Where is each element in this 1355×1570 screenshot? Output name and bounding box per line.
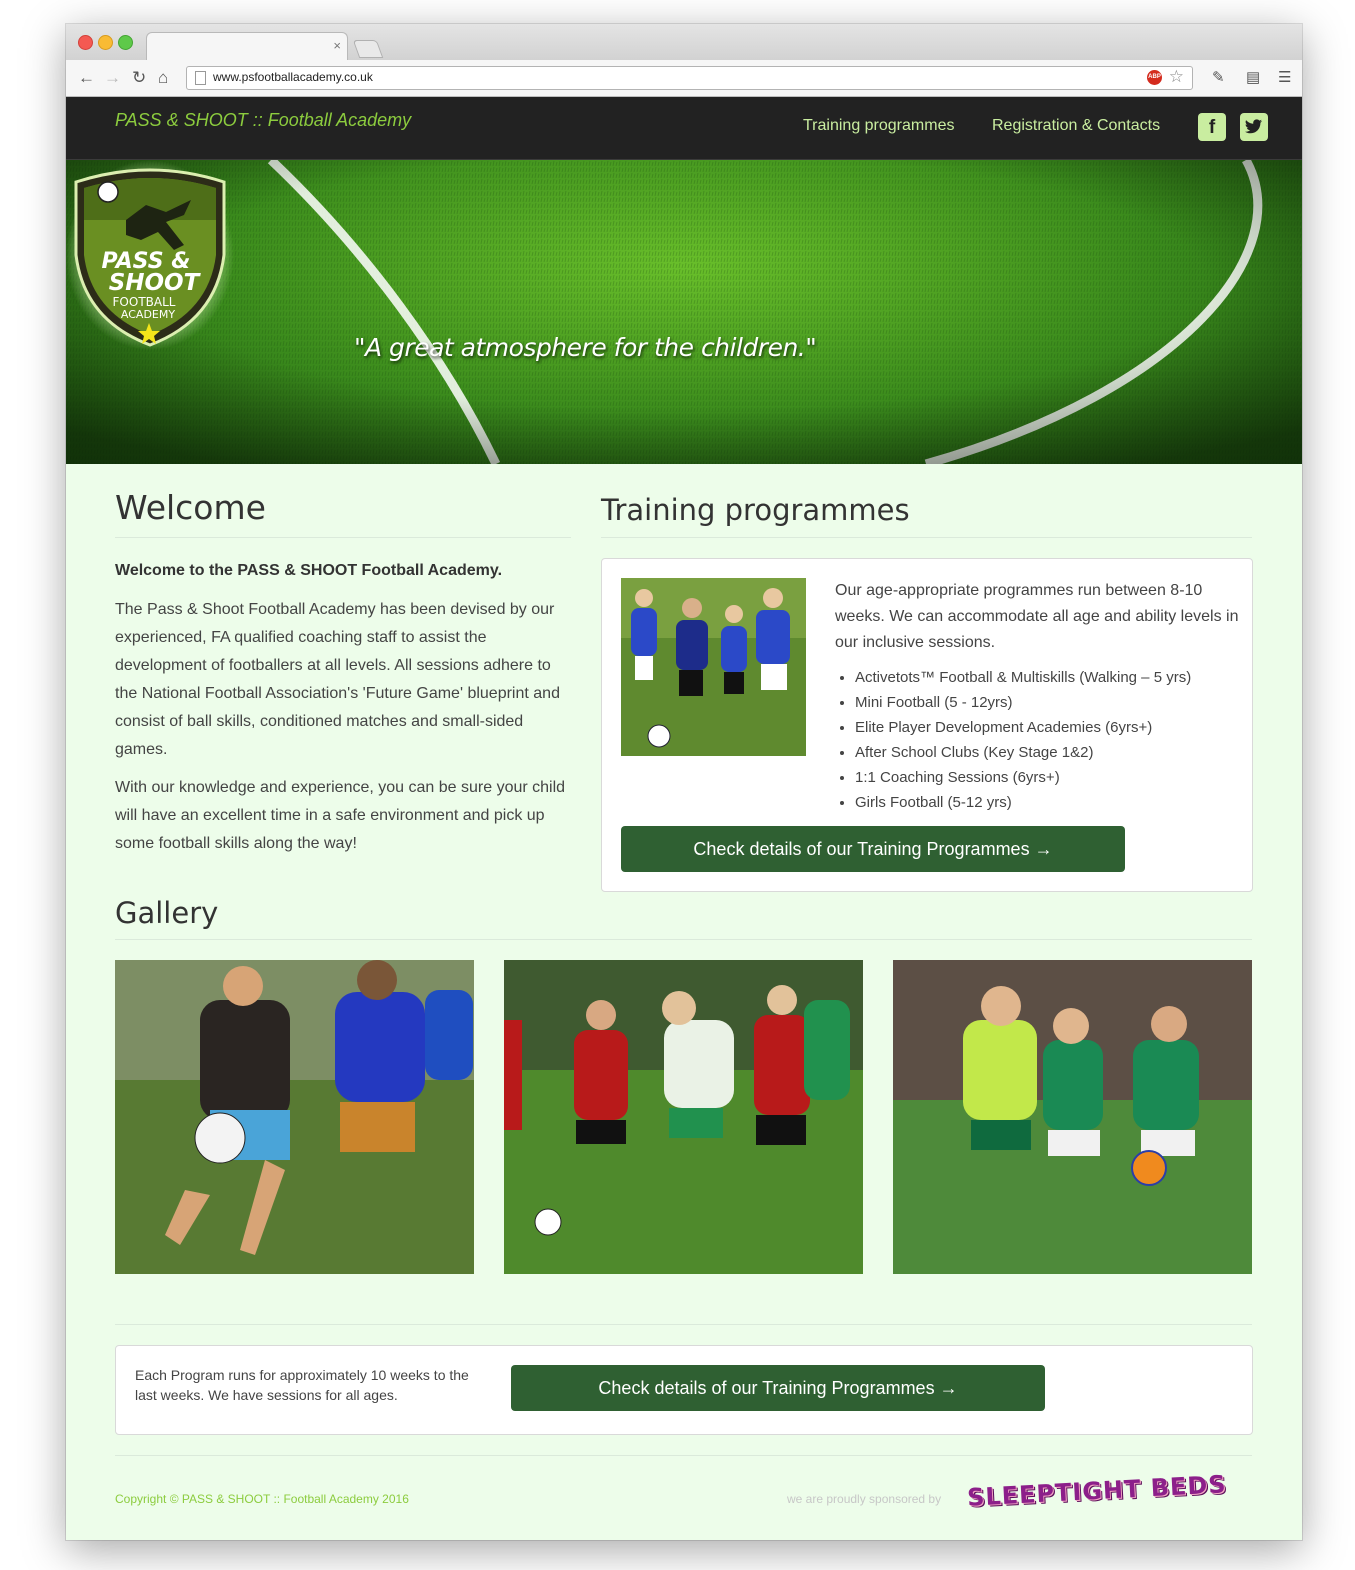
crest-line3: FOOTBALL bbox=[113, 295, 176, 309]
zoom-window-button[interactable] bbox=[118, 35, 133, 50]
footer-divider bbox=[115, 1455, 1252, 1456]
list-item: Mini Football (5 - 12yrs) bbox=[855, 690, 1191, 715]
minimize-window-button[interactable] bbox=[98, 35, 113, 50]
list-item: After School Clubs (Key Stage 1&2) bbox=[855, 740, 1191, 765]
new-tab-button[interactable] bbox=[352, 40, 384, 58]
cta-panel: Each Program runs for approximately 10 w… bbox=[115, 1345, 1253, 1435]
list-item: 1:1 Coaching Sessions (6yrs+) bbox=[855, 765, 1191, 790]
printer-extension-icon[interactable]: ▤ bbox=[1246, 68, 1260, 86]
nav-registration-contacts[interactable]: Registration & Contacts bbox=[992, 117, 1160, 135]
training-list: Activetots™ Football & Multiskills (Walk… bbox=[835, 665, 1191, 815]
hero-carousel: PASS & SHOOT FOOTBALL ACADEMY "A great a… bbox=[66, 160, 1302, 464]
sponsor-logo[interactable]: SLEEPTIGHT BEDS bbox=[966, 1470, 1227, 1512]
welcome-paragraph-2: With our knowledge and experience, you c… bbox=[115, 779, 566, 852]
browser-tab[interactable]: × bbox=[146, 32, 348, 61]
adblock-icon[interactable]: ABP bbox=[1147, 70, 1162, 85]
cta-text: Each Program runs for approximately 10 w… bbox=[135, 1367, 469, 1403]
browser-window: × ← → ↻ ⌂ www.psfootballacademy.co.uk AB… bbox=[66, 24, 1302, 1540]
cta-details-button[interactable]: Check details of our Training Programmes… bbox=[511, 1365, 1045, 1411]
brand-link[interactable]: PASS & SHOOT :: Football Academy bbox=[115, 110, 411, 131]
training-photo bbox=[621, 578, 806, 756]
facebook-icon[interactable]: f bbox=[1198, 113, 1226, 141]
tab-close-icon[interactable]: × bbox=[333, 38, 341, 53]
forward-arrow-icon[interactable]: → bbox=[104, 68, 121, 88]
list-item: Elite Player Development Academies (6yrs… bbox=[855, 715, 1191, 740]
address-bar[interactable]: www.psfootballacademy.co.uk ABP ☆ bbox=[186, 66, 1193, 90]
welcome-heading: Welcome bbox=[115, 488, 266, 527]
site-header: PASS & SHOOT :: Football Academy Trainin… bbox=[66, 97, 1302, 161]
home-icon[interactable]: ⌂ bbox=[158, 68, 168, 88]
pitch-lines bbox=[66, 160, 1302, 464]
welcome-divider bbox=[115, 537, 571, 538]
training-heading: Training programmes bbox=[601, 493, 910, 527]
gallery-photo-2[interactable] bbox=[504, 960, 863, 1274]
tab-strip: × bbox=[66, 24, 1302, 61]
gallery-heading: Gallery bbox=[115, 896, 219, 930]
back-arrow-icon[interactable]: ← bbox=[78, 68, 95, 88]
list-item: Activetots™ Football & Multiskills (Walk… bbox=[855, 665, 1191, 690]
crest-line2: SHOOT bbox=[109, 270, 202, 296]
twitter-icon[interactable] bbox=[1240, 113, 1268, 141]
training-panel: Our age-appropriate programmes run betwe… bbox=[601, 558, 1253, 892]
nav-training-programmes[interactable]: Training programmes bbox=[803, 117, 954, 135]
gallery-photo-3[interactable] bbox=[893, 960, 1252, 1274]
page-icon bbox=[195, 71, 206, 85]
training-details-button[interactable]: Check details of our Training Programmes… bbox=[621, 826, 1125, 872]
eyedropper-extension-icon[interactable]: ✎ bbox=[1212, 68, 1225, 86]
training-divider bbox=[601, 537, 1252, 538]
menu-icon[interactable]: ☰ bbox=[1278, 68, 1291, 86]
bookmark-star-icon[interactable]: ☆ bbox=[1169, 67, 1184, 87]
academy-crest-logo: PASS & SHOOT FOOTBALL ACADEMY bbox=[66, 160, 234, 350]
cta-divider-top bbox=[115, 1324, 1252, 1325]
gallery-photo-1[interactable] bbox=[115, 960, 474, 1274]
hero-tagline: "A great atmosphere for the children." bbox=[354, 333, 817, 362]
footer-copyright: Copyright © PASS & SHOOT :: Football Aca… bbox=[115, 1492, 409, 1506]
browser-toolbar: ← → ↻ ⌂ www.psfootballacademy.co.uk ABP … bbox=[66, 60, 1302, 97]
welcome-lead: Welcome to the PASS & SHOOT Football Aca… bbox=[115, 562, 503, 579]
close-window-button[interactable] bbox=[78, 35, 93, 50]
list-item: Girls Football (5-12 yrs) bbox=[855, 790, 1191, 815]
footer-sponsor-text: we are proudly sponsored by bbox=[787, 1492, 942, 1506]
gallery-divider bbox=[115, 939, 1252, 940]
reload-icon[interactable]: ↻ bbox=[132, 68, 146, 88]
training-intro: Our age-appropriate programmes run betwe… bbox=[835, 582, 1239, 651]
welcome-paragraph-1: The Pass & Shoot Football Academy has be… bbox=[115, 601, 560, 758]
url-text: www.psfootballacademy.co.uk bbox=[213, 70, 373, 84]
crest-line4: ACADEMY bbox=[121, 308, 175, 321]
